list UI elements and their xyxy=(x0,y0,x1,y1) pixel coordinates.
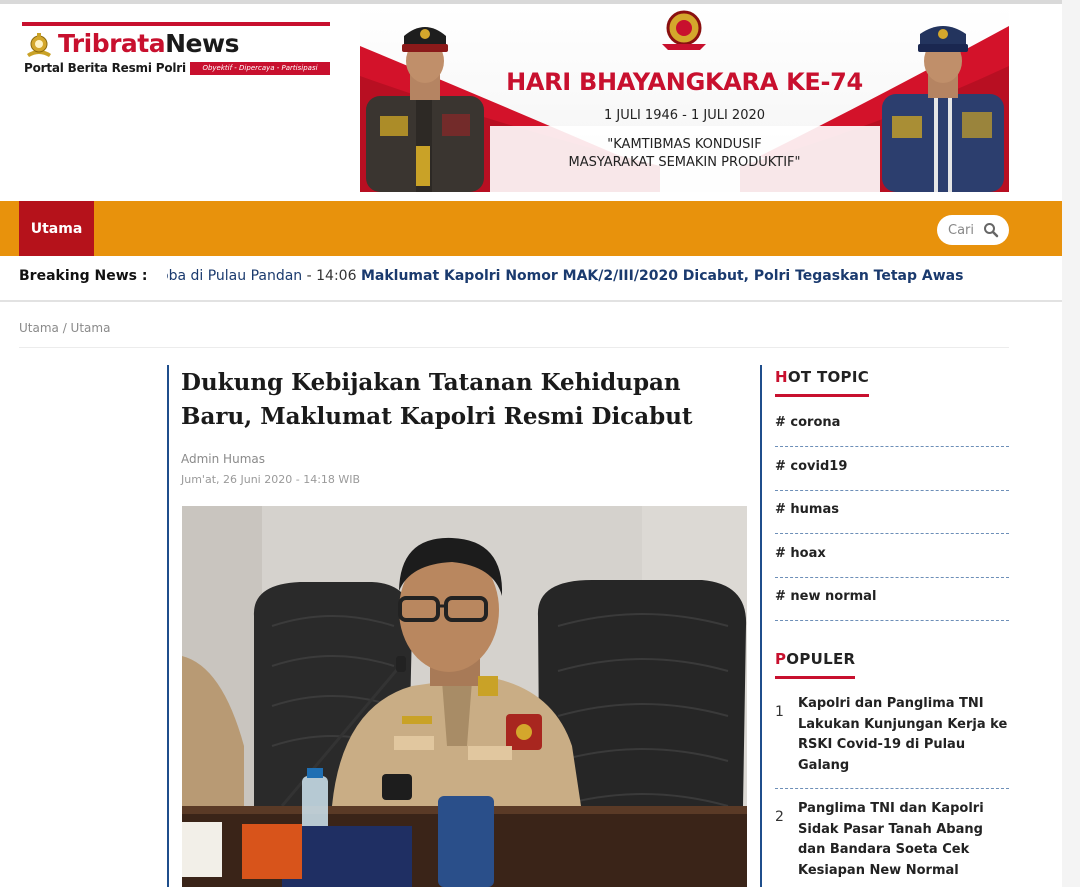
topic-hoax[interactable]: # hoax xyxy=(775,534,1009,578)
popular-title[interactable]: Panglima TNI dan Kapolri Sidak Pasar Tan… xyxy=(798,799,1010,881)
logo-wordmark: TribrataNews xyxy=(58,29,239,58)
banner-dates: 1 JULI 1946 - 1 JULI 2020 xyxy=(603,108,766,123)
ticker-time: 14:06 xyxy=(316,268,357,284)
hari-bhayangkara-banner[interactable]: HARI BHAYANGKARA KE-74 1 JULI 1946 - 1 J… xyxy=(360,6,1009,192)
popular-item[interactable]: 1 Kapolri dan Panglima TNI Lakukan Kunju… xyxy=(775,694,1009,789)
photo-illustration xyxy=(182,506,747,887)
logo-topbar xyxy=(22,22,330,26)
hot-topic-heading: HOT TOPIC xyxy=(775,368,870,386)
article-date: Jum'at, 26 Juni 2020 - 14:18 WIB xyxy=(181,473,361,486)
topic-new-normal[interactable]: # new normal xyxy=(775,577,1009,621)
main-navbar: Utama Cari xyxy=(0,201,1062,256)
logo-tagline: Obyektif - Dipercaya - Partisipasi xyxy=(190,62,330,75)
logo-subtitle: Portal Berita Resmi Polri xyxy=(24,61,186,75)
police-emblem-icon xyxy=(27,33,51,57)
magnifier-icon[interactable] xyxy=(983,222,999,238)
article-author[interactable]: Admin Humas xyxy=(181,452,265,466)
topic-humas[interactable]: # humas xyxy=(775,490,1009,534)
populer-heading: POPULER xyxy=(775,650,856,668)
article-accent-line xyxy=(167,365,169,887)
popular-title[interactable]: Kapolri dan Panglima TNI Lakukan Kunjung… xyxy=(798,694,1010,776)
popular-rank: 1 xyxy=(775,704,784,720)
nav-item-utama[interactable]: Utama xyxy=(19,201,94,256)
article-photo xyxy=(182,506,747,887)
scrollbar-gutter xyxy=(1062,0,1080,887)
sidebar-accent-line xyxy=(760,365,762,887)
article-title: Dukung Kebijakan Tatanan Kehidupan Baru,… xyxy=(181,369,693,430)
ticker-item-1[interactable]: oba di Pulau Pandan xyxy=(167,268,302,284)
ticker-item-2[interactable]: Maklumat Kapolri Nomor MAK/2/III/2020 Di… xyxy=(361,268,964,284)
search-placeholder: Cari xyxy=(948,222,974,238)
popular-item[interactable]: 2 Panglima TNI dan Kapolri Sidak Pasar T… xyxy=(775,799,1009,887)
breadcrumb[interactable]: Utama / Utama xyxy=(19,321,110,335)
top-divider xyxy=(0,0,1080,4)
breadcrumb-divider xyxy=(19,347,1009,348)
popular-rank: 2 xyxy=(775,809,784,825)
breaking-news-label: Breaking News : xyxy=(19,268,148,284)
search-input[interactable]: Cari xyxy=(937,215,1009,245)
topic-corona[interactable]: # corona xyxy=(775,403,1009,447)
banner-title: HARI BHAYANGKARA KE-74 xyxy=(506,68,863,96)
site-logo[interactable]: TribrataNews Portal Berita Resmi Polri O… xyxy=(22,22,330,78)
topic-covid19[interactable]: # covid19 xyxy=(775,447,1009,491)
hot-topic-underline xyxy=(775,394,869,397)
banner-quote: "KAMTIBMAS KONDUSIF MASYARAKAT SEMAKIN P… xyxy=(568,137,801,170)
breaking-news-ticker: oba di Pulau Pandan - 14:06 Maklumat Kap… xyxy=(167,256,1007,300)
breaking-news-bar: Breaking News : oba di Pulau Pandan - 14… xyxy=(0,256,1062,302)
populer-underline xyxy=(775,676,855,679)
